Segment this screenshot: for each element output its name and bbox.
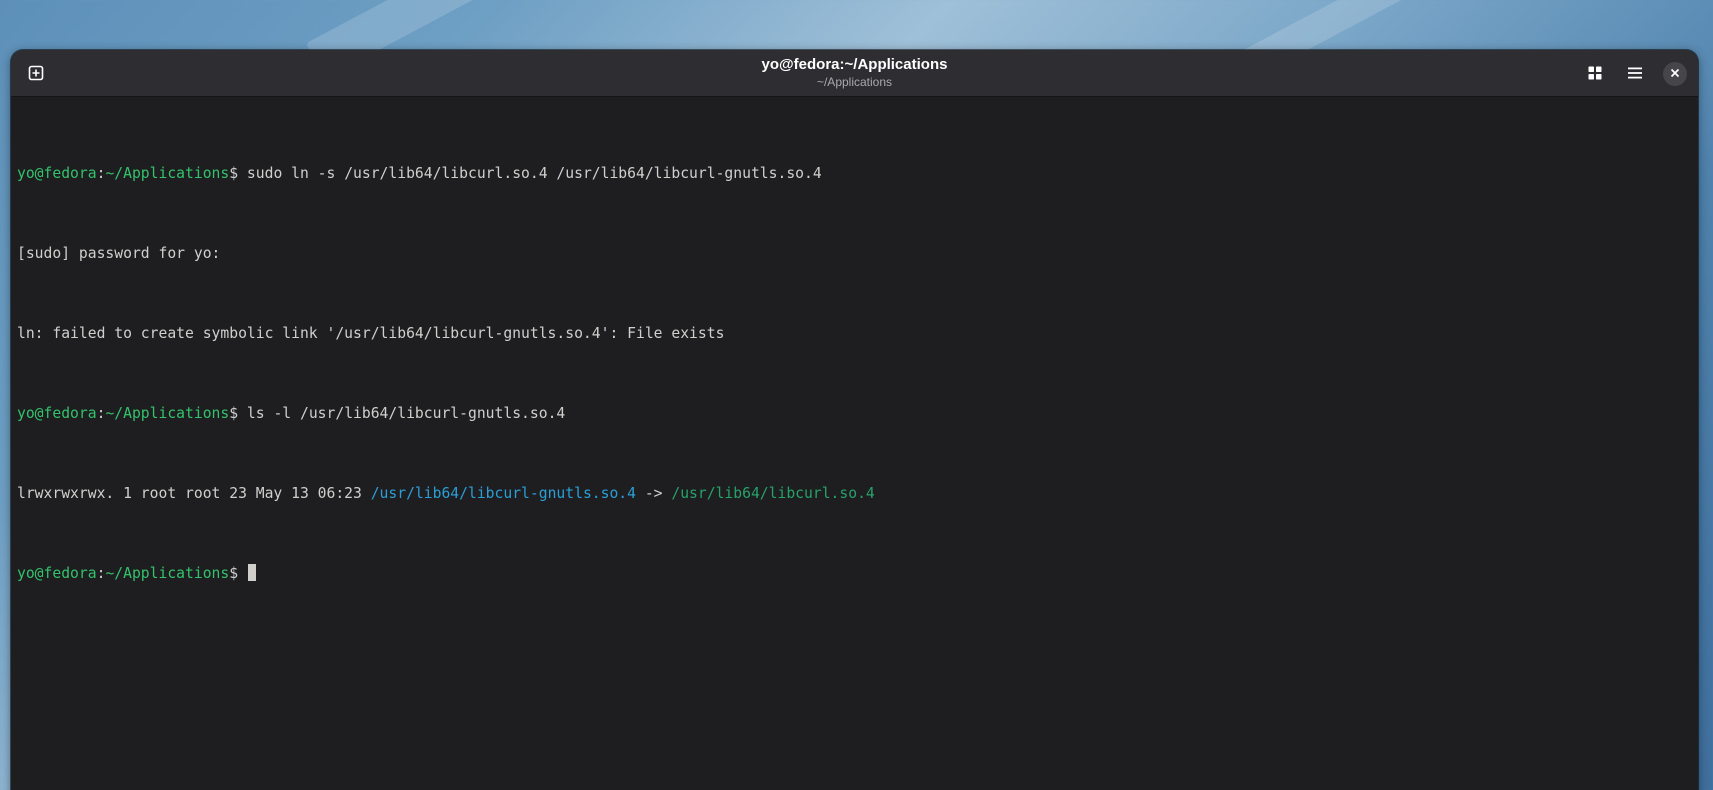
command-text: ls -l /usr/lib64/libcurl-gnutls.so.4	[246, 405, 566, 422]
ls-meta: lrwxrwxrwx. 1 root root 23 May 13 06:23	[17, 485, 371, 502]
prompt-dollar: $	[229, 565, 247, 582]
prompt-user: yo@fedora	[17, 165, 97, 182]
close-button[interactable]	[1663, 62, 1687, 86]
prompt-dollar: $	[229, 405, 247, 422]
terminal-window: yo@fedora:~/Applications ~/Applications	[11, 50, 1698, 790]
new-tab-button[interactable]	[20, 57, 52, 89]
tabs-overview-button[interactable]	[1579, 57, 1611, 89]
symlink-path: /usr/lib64/libcurl-gnutls.so.4	[370, 485, 636, 502]
header-bar: yo@fedora:~/Applications ~/Applications	[11, 50, 1698, 97]
grid-icon	[1587, 65, 1603, 81]
hamburger-menu-icon	[1627, 65, 1643, 81]
prompt-path: ~/Applications	[105, 165, 230, 182]
terminal-line-prompt: yo@fedora:~/Applications$ ls -l /usr/lib…	[17, 404, 1692, 424]
window-title-area: yo@fedora:~/Applications ~/Applications	[11, 56, 1698, 90]
error-text: ln: failed to create symbolic link '/usr…	[17, 325, 725, 342]
output-text: [sudo] password for yo:	[17, 245, 221, 262]
symlink-arrow: ->	[636, 485, 672, 502]
prompt-path: ~/Applications	[105, 565, 230, 582]
text-cursor	[247, 564, 256, 581]
terminal-line-output: [sudo] password for yo:	[17, 244, 1692, 264]
terminal-line-prompt: yo@fedora:~/Applications$ sudo ln -s /us…	[17, 164, 1692, 184]
terminal-line-output: ln: failed to create symbolic link '/usr…	[17, 324, 1692, 344]
close-icon	[1670, 65, 1680, 83]
terminal-output[interactable]: yo@fedora:~/Applications$ sudo ln -s /us…	[17, 104, 1692, 790]
prompt-user: yo@fedora	[17, 565, 97, 582]
prompt-user: yo@fedora	[17, 405, 97, 422]
window-title: yo@fedora:~/Applications	[761, 56, 948, 73]
terminal-line-prompt: yo@fedora:~/Applications$	[17, 564, 1692, 584]
prompt-dollar: $	[229, 165, 247, 182]
prompt-path: ~/Applications	[105, 405, 230, 422]
main-menu-button[interactable]	[1619, 57, 1651, 89]
command-text: sudo ln -s /usr/lib64/libcurl.so.4 /usr/…	[246, 165, 822, 182]
symlink-target: /usr/lib64/libcurl.so.4	[671, 485, 875, 502]
window-subtitle: ~/Applications	[816, 75, 893, 89]
terminal-line-output: lrwxrwxrwx. 1 root root 23 May 13 06:23 …	[17, 484, 1692, 504]
new-tab-icon	[28, 65, 44, 81]
